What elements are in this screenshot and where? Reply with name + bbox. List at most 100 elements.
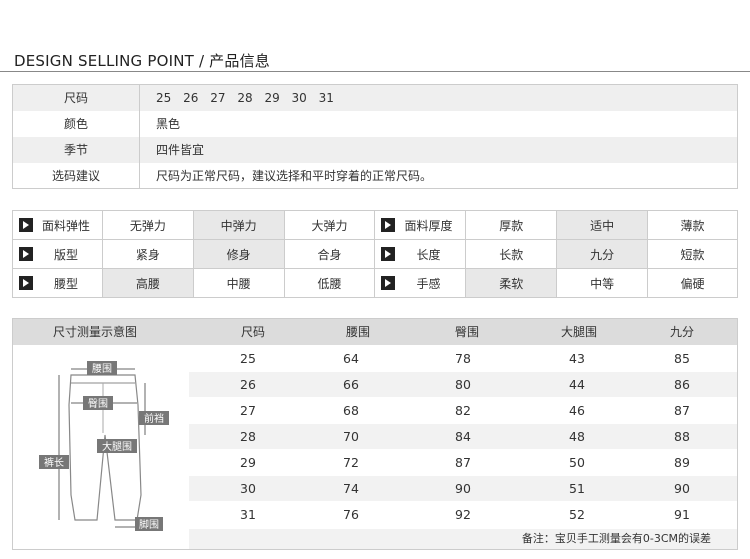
table-cell: 25 bbox=[240, 351, 256, 366]
property-row: 面料弹性 无弹力 中弹力 大弹力 面料厚度 厚款 适中 薄款 bbox=[12, 210, 738, 240]
property-row: 腰型 高腰 中腰 低腰 手感 柔软 中等 偏硬 bbox=[12, 268, 738, 298]
info-row-color: 颜色 黑色 bbox=[13, 111, 737, 137]
section-title: DESIGN SELLING POINT / 产品信息 bbox=[14, 52, 270, 70]
table-cell: 72 bbox=[343, 455, 359, 470]
table-row: 27 68 82 46 87 bbox=[189, 398, 737, 423]
size-value: 31 bbox=[318, 91, 334, 105]
length-label: 裤长 bbox=[44, 456, 64, 469]
rise-label: 前裆 bbox=[144, 412, 164, 425]
info-value: 黑色 bbox=[156, 117, 181, 131]
header-divider bbox=[0, 71, 750, 72]
table-cell: 76 bbox=[343, 507, 359, 522]
size-value: 27 bbox=[210, 91, 226, 105]
table-cell: 30 bbox=[240, 481, 256, 496]
info-row-season: 季节 四件皆宜 bbox=[13, 137, 737, 163]
size-value: 25 bbox=[156, 91, 172, 105]
thigh-label: 大腿围 bbox=[102, 440, 132, 453]
table-cell: 64 bbox=[343, 351, 359, 366]
column-header: 九分 bbox=[670, 325, 695, 339]
property-option: 适中 bbox=[556, 210, 649, 240]
table-cell: 91 bbox=[674, 507, 690, 522]
size-value: 30 bbox=[291, 91, 307, 105]
info-label: 季节 bbox=[13, 137, 140, 163]
property-option: 偏硬 bbox=[647, 268, 738, 298]
table-cell: 85 bbox=[674, 351, 690, 366]
arrow-right-icon bbox=[381, 247, 396, 261]
table-cell: 86 bbox=[674, 377, 690, 392]
table-cell: 27 bbox=[240, 403, 256, 418]
property-label-cell: 面料厚度 bbox=[374, 210, 467, 240]
info-row-size: 尺码 25 26 27 28 29 30 31 bbox=[13, 85, 737, 111]
table-row: 26 66 80 44 86 bbox=[189, 372, 737, 397]
table-cell: 29 bbox=[240, 455, 256, 470]
info-value: 尺码为正常尺码，建议选择和平时穿着的正常尺码。 bbox=[156, 169, 433, 183]
table-row: 25 64 78 43 85 bbox=[189, 346, 737, 371]
arrow-right-icon bbox=[19, 247, 33, 261]
table-cell: 92 bbox=[455, 507, 471, 522]
property-label-cell: 面料弹性 bbox=[12, 210, 103, 240]
table-cell: 31 bbox=[240, 507, 256, 522]
arrow-right-icon bbox=[19, 218, 33, 232]
column-header: 大腿围 bbox=[561, 325, 598, 339]
table-cell: 50 bbox=[569, 455, 585, 470]
measurement-note: 备注：宝贝手工测量会有0-3CM的误差 bbox=[189, 529, 737, 549]
property-option: 无弹力 bbox=[101, 210, 194, 240]
info-label: 选码建议 bbox=[13, 163, 140, 189]
table-cell: 51 bbox=[569, 481, 585, 496]
table-cell: 84 bbox=[455, 429, 471, 444]
table-cell: 66 bbox=[343, 377, 359, 392]
table-cell: 48 bbox=[569, 429, 585, 444]
hem-label: 脚围 bbox=[139, 518, 159, 531]
property-option: 薄款 bbox=[647, 210, 738, 240]
diagram-title: 尺寸测量示意图 bbox=[53, 325, 138, 339]
table-cell: 87 bbox=[674, 403, 690, 418]
property-option: 中等 bbox=[556, 268, 649, 298]
property-option: 中弹力 bbox=[192, 210, 285, 240]
size-value: 28 bbox=[237, 91, 253, 105]
property-label: 长度 bbox=[416, 247, 441, 262]
column-header: 尺码 bbox=[241, 325, 266, 339]
table-cell: 68 bbox=[343, 403, 359, 418]
property-option: 厚款 bbox=[465, 210, 558, 240]
property-option: 低腰 bbox=[283, 268, 376, 298]
size-chart-header: 尺寸测量示意图 尺码 腰围 臀围 大腿围 九分 bbox=[13, 319, 737, 345]
property-label: 腰型 bbox=[53, 276, 78, 291]
table-cell: 78 bbox=[455, 351, 471, 366]
table-cell: 90 bbox=[674, 481, 690, 496]
table-cell: 26 bbox=[240, 377, 256, 392]
property-option: 中腰 bbox=[192, 268, 285, 298]
fabric-properties-table: 面料弹性 无弹力 中弹力 大弹力 面料厚度 厚款 适中 薄款 版型 紧身 修身 合身 长度 长款 九分 短款腰… bbox=[12, 210, 738, 298]
table-row: 30 74 90 51 90 bbox=[189, 476, 737, 501]
table-cell: 90 bbox=[455, 481, 471, 496]
hip-label: 臀围 bbox=[88, 398, 108, 410]
info-value: 四件皆宜 bbox=[156, 143, 205, 157]
table-cell: 44 bbox=[569, 377, 585, 392]
arrow-right-icon bbox=[381, 218, 396, 232]
column-header: 臀围 bbox=[455, 325, 480, 339]
property-option: 紧身 bbox=[101, 239, 194, 269]
table-cell: 89 bbox=[674, 455, 690, 470]
property-label-cell: 长度 bbox=[374, 239, 467, 269]
table-cell: 52 bbox=[569, 507, 585, 522]
property-label: 面料厚度 bbox=[404, 218, 453, 233]
table-cell: 46 bbox=[569, 403, 585, 418]
property-label-cell: 手感 bbox=[374, 268, 467, 298]
size-value: 29 bbox=[264, 91, 280, 105]
table-cell: 28 bbox=[240, 429, 256, 444]
table-cell: 74 bbox=[343, 481, 359, 496]
pants-diagram-svg: 腰围 臀围 前裆 大腿围 裤长 脚围 bbox=[39, 361, 169, 531]
table-cell: 70 bbox=[343, 429, 359, 444]
table-row: 31 76 92 52 91 bbox=[189, 502, 737, 527]
table-cell: 80 bbox=[455, 377, 471, 392]
product-info-table: 尺码 25 26 27 28 29 30 31 颜色 黑色 季节 四件皆宜 选码… bbox=[12, 84, 738, 189]
property-option: 短款 bbox=[647, 239, 738, 269]
table-cell: 87 bbox=[455, 455, 471, 470]
table-row: 28 70 84 48 88 bbox=[189, 424, 737, 449]
property-label-cell: 腰型 bbox=[12, 268, 103, 298]
size-chart: 尺寸测量示意图 尺码 腰围 臀围 大腿围 九分 腰围 臀围 前裆 大腿围 裤长 … bbox=[12, 318, 738, 550]
property-option: 高腰 bbox=[101, 268, 194, 298]
property-label-cell: 版型 bbox=[12, 239, 103, 269]
property-label: 版型 bbox=[53, 247, 78, 262]
property-label: 手感 bbox=[416, 276, 441, 291]
property-option: 柔软 bbox=[465, 268, 558, 298]
